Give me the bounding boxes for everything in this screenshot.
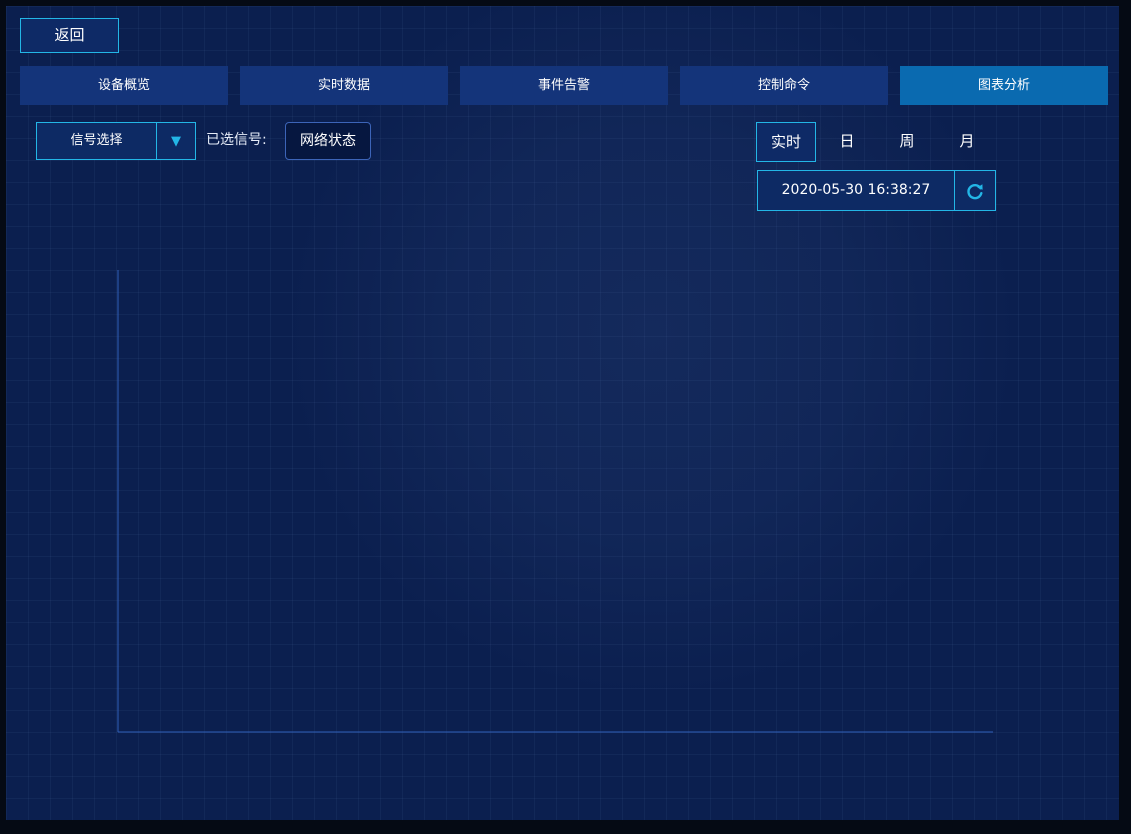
refresh-icon: [967, 183, 983, 199]
range-option-month[interactable]: 月: [938, 122, 996, 160]
signal-select-label: 信号选择: [37, 123, 157, 159]
nav-tabs: 设备概览 实时数据 事件告警 控制命令 图表分析: [20, 66, 1108, 105]
tab-event-alarm[interactable]: 事件告警: [460, 66, 668, 105]
range-option-realtime[interactable]: 实时: [756, 122, 816, 162]
range-option-day[interactable]: 日: [818, 122, 876, 160]
refresh-button[interactable]: [955, 171, 995, 210]
back-button[interactable]: 返回: [20, 18, 119, 53]
selected-signal-chip[interactable]: 网络状态: [285, 122, 371, 160]
tab-device-overview[interactable]: 设备概览: [20, 66, 228, 105]
tab-chart-analysis[interactable]: 图表分析: [900, 66, 1108, 105]
tab-control-command[interactable]: 控制命令: [680, 66, 888, 105]
range-option-week[interactable]: 周: [878, 122, 936, 160]
tab-realtime-data[interactable]: 实时数据: [240, 66, 448, 105]
selected-signal-label: 已选信号:: [206, 132, 267, 148]
app-frame: 返回 设备概览 实时数据 事件告警 控制命令 图表分析 信号选择 ▼ 已选信号:…: [6, 6, 1119, 820]
datetime-picker[interactable]: 2020-05-30 16:38:27: [757, 170, 996, 211]
chart-area: [117, 270, 993, 733]
caret-down-icon[interactable]: ▼: [157, 123, 195, 159]
time-range-selector: 实时 日 周 月: [756, 122, 998, 162]
signal-select-dropdown[interactable]: 信号选择 ▼: [36, 122, 196, 160]
datetime-value[interactable]: 2020-05-30 16:38:27: [758, 171, 955, 210]
